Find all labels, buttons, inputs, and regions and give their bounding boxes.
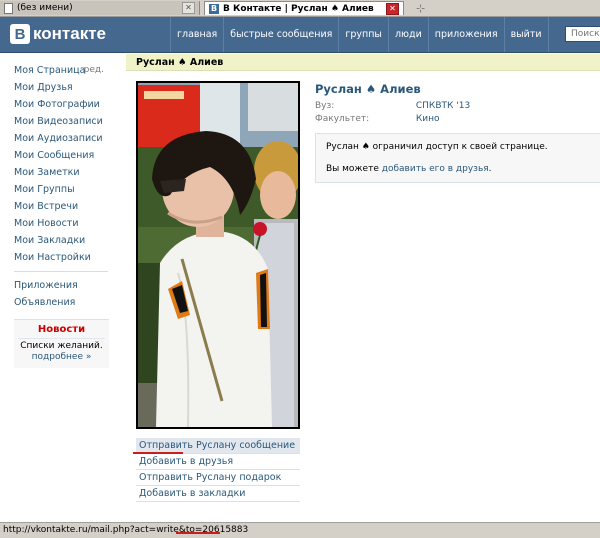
- vk-favicon-icon: В: [209, 3, 219, 14]
- nav-people[interactable]: люди: [389, 17, 429, 52]
- add-bookmark-link[interactable]: Добавить в закладки: [136, 486, 300, 502]
- menu-item-my-page[interactable]: Моя Страница ред.: [14, 62, 109, 79]
- info-label: Вуз:: [315, 101, 335, 111]
- browser-status-bar: http://vkontakte.ru/mail.php?act=write&t…: [0, 522, 600, 538]
- nav-home[interactable]: главная: [170, 17, 225, 52]
- tab-label: В Контакте | Руслан ♠ Алиев: [223, 3, 374, 14]
- menu-item-bookmarks[interactable]: Мои Закладки: [14, 232, 109, 249]
- news-text: Списки желаний.: [20, 341, 103, 351]
- profile-name: Руслан ♠ Алиев: [315, 82, 421, 96]
- info-value-link[interactable]: СПКВТК '13: [416, 101, 470, 111]
- new-tab-icon[interactable]: ⊹: [416, 2, 425, 15]
- nav-groups[interactable]: группы: [339, 17, 389, 52]
- info-row-faculty: Факультет: Кино: [315, 114, 440, 124]
- menu-item-events[interactable]: Мои Встречи: [14, 198, 109, 215]
- browser-tab-untitled[interactable]: (без имени) ✕: [0, 1, 200, 15]
- menu-item-videos[interactable]: Мои Видеозаписи: [14, 113, 109, 130]
- menu-item-settings[interactable]: Мои Настройки: [14, 249, 109, 266]
- add-friend-link[interactable]: Добавить в друзья: [136, 454, 300, 470]
- menu-item-audio[interactable]: Мои Аудиозаписи: [14, 130, 109, 147]
- menu-item-friends[interactable]: Мои Друзья: [14, 79, 109, 96]
- profile-actions: Отправить Руслану сообщение Добавить в д…: [136, 438, 300, 502]
- logo-text: контакте: [33, 24, 107, 43]
- red-underline-annotation: [133, 452, 183, 454]
- close-icon[interactable]: ✕: [182, 2, 195, 14]
- browser-tab-vkontakte[interactable]: В В Контакте | Руслан ♠ Алиев ✕: [204, 1, 404, 15]
- document-icon: [4, 2, 13, 14]
- profile-photo-image: [138, 83, 298, 427]
- edit-link[interactable]: ред.: [84, 62, 104, 79]
- add-friend-inline-link[interactable]: добавить его в друзья: [382, 164, 489, 174]
- nav-applications[interactable]: приложения: [429, 17, 505, 52]
- search-input[interactable]: [565, 26, 600, 42]
- red-underline-annotation: [176, 532, 220, 534]
- site-header: В контакте главная быстрые сообщения гру…: [0, 17, 600, 53]
- notice-add-line: Вы можете добавить его в друзья.: [326, 163, 600, 176]
- news-more-link[interactable]: подробнее »: [14, 352, 109, 362]
- menu-item-news[interactable]: Мои Новости: [14, 215, 109, 232]
- access-restricted-notice: Руслан ♠ ограничил доступ к своей страни…: [315, 133, 600, 183]
- browser-tab-strip: (без имени) ✕ В В Контакте | Руслан ♠ Ал…: [0, 0, 600, 17]
- news-box: Новости Списки желаний. подробнее »: [14, 319, 109, 368]
- profile-photo[interactable]: [136, 81, 300, 429]
- news-title: Новости: [18, 320, 105, 339]
- menu-item-applications[interactable]: Приложения: [14, 277, 109, 294]
- menu-divider: [14, 271, 108, 272]
- nav-logout[interactable]: выйти: [505, 17, 549, 52]
- menu-item-messages[interactable]: Мои Сообщения: [14, 147, 109, 164]
- close-icon[interactable]: ✕: [386, 2, 399, 15]
- menu-item-photos[interactable]: Мои Фотографии: [14, 96, 109, 113]
- menu-item-groups[interactable]: Мои Группы: [14, 181, 109, 198]
- info-label: Факультет:: [315, 114, 370, 124]
- menu-item-notes[interactable]: Мои Заметки: [14, 164, 109, 181]
- tab-label: (без имени): [17, 3, 73, 13]
- vkontakte-logo[interactable]: В контакте: [10, 23, 106, 45]
- notice-prefix: Вы можете: [326, 164, 379, 174]
- top-navigation: главная быстрые сообщения группы люди пр…: [170, 17, 549, 52]
- info-row-university: Вуз: СПКВТК '13: [315, 101, 470, 111]
- menu-item-label: Моя Страница: [14, 65, 86, 76]
- page-title: Руслан ♠ Алиев: [126, 54, 600, 71]
- nav-quick-messages[interactable]: быстрые сообщения: [224, 17, 340, 52]
- menu-item-ads[interactable]: Объявления: [14, 294, 109, 311]
- send-gift-link[interactable]: Отправить Руслану подарок: [136, 470, 300, 486]
- left-menu: Моя Страница ред. Мои Друзья Мои Фотогра…: [14, 62, 109, 368]
- notice-text: Руслан ♠ ограничил доступ к своей страни…: [326, 142, 548, 152]
- notice-suffix: .: [488, 164, 492, 174]
- logo-letter: В: [10, 24, 30, 44]
- info-value-link[interactable]: Кино: [416, 114, 440, 124]
